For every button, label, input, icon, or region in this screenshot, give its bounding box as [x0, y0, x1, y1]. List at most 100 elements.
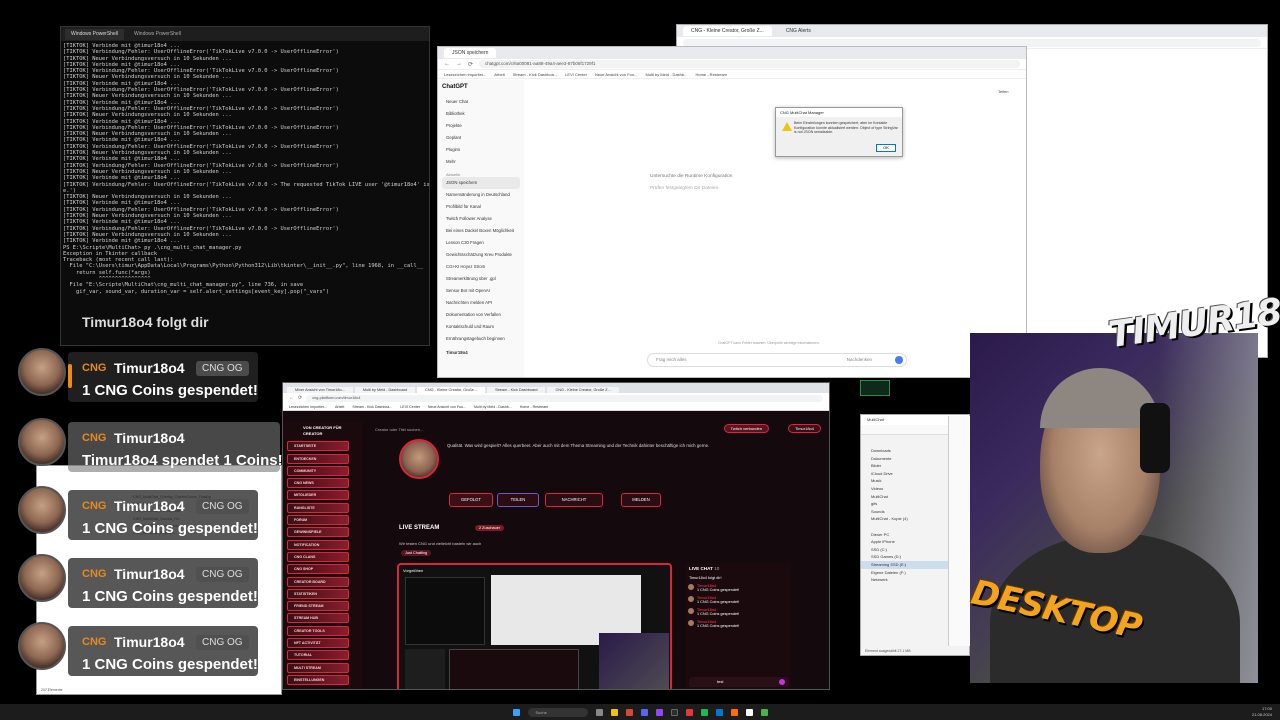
- chatgpt-logo[interactable]: ChatGPT: [442, 84, 520, 90]
- share-button[interactable]: Teilen: [998, 89, 1008, 94]
- chatgpt-user[interactable]: Timur18o4: [442, 347, 520, 359]
- rb-tab-2[interactable]: CNG Alerts: [778, 26, 819, 36]
- dash-nav-item[interactable]: MITGLIEDER: [287, 490, 349, 501]
- report-button[interactable]: MELDEN: [621, 493, 661, 507]
- dash-nav-item[interactable]: ENTDECKEN: [287, 453, 349, 464]
- chat-history-item[interactable]: Profilbild für Kanal: [442, 201, 520, 213]
- dash-nav-item[interactable]: FORUM: [287, 515, 349, 526]
- chatgpt-address-bar[interactable]: chatgpt.com/c/6a00081-aa88-49a4-aee3-87b…: [479, 60, 1020, 68]
- twitch-badge[interactable]: Twitch verbunden: [723, 424, 769, 433]
- chat-history-item[interactable]: Sensor Bot mit OpenAI: [442, 285, 520, 297]
- dialog-ok-button[interactable]: OK: [876, 144, 896, 152]
- chat-send-button[interactable]: [779, 679, 785, 685]
- app-icon[interactable]: [730, 708, 738, 716]
- dash-nav-item[interactable]: GEWINNSPIELE: [287, 527, 349, 538]
- chat-history-item[interactable]: Ernährungstagebuch beginnen: [442, 333, 520, 345]
- sidebar-nav-item[interactable]: Geplant: [442, 132, 520, 144]
- sidebar-nav-item[interactable]: Plugins: [442, 144, 520, 156]
- chat-history-item[interactable]: Gewichtsschätzung Kreu Produkte: [442, 249, 520, 261]
- dash-reload-icon[interactable]: ⟳: [298, 395, 302, 401]
- explorer-icon[interactable]: [610, 708, 618, 716]
- chat-history-item[interactable]: JSON speichern: [442, 177, 520, 189]
- dash-search-input[interactable]: Creator oder Titel suchen...: [371, 425, 471, 434]
- obs-icon[interactable]: [685, 708, 693, 716]
- bookmark-item[interactable]: LEVI Center: [565, 72, 587, 77]
- taskbar-search[interactable]: Suche: [527, 707, 588, 717]
- dash-tab[interactable]: CNG - Kleine Creator, Große Z...: [547, 387, 619, 393]
- bookmark-item[interactable]: Home - Restream: [695, 72, 727, 77]
- chat-history-item[interactable]: Namensänderung in Deutschland: [442, 189, 520, 201]
- chat-history-item[interactable]: Streamerklärung über .gpl: [442, 273, 520, 285]
- dash-nav-item[interactable]: CNG NEWS: [287, 478, 349, 489]
- chat-history-item[interactable]: Dokumentation von Verfallen: [442, 309, 520, 321]
- chatgpt-tab[interactable]: JSON speichern: [444, 48, 497, 58]
- dash-nav-item[interactable]: FRIEND STREAM: [287, 601, 349, 612]
- send-button[interactable]: [895, 356, 903, 364]
- chat-input[interactable]: test: [689, 677, 789, 687]
- sidebar-nav-item[interactable]: Mehr: [442, 156, 520, 168]
- terminal-tab-1[interactable]: Windows PowerShell: [65, 28, 124, 40]
- bookmark-item[interactable]: Home - Restream: [520, 405, 548, 409]
- dash-tab[interactable]: Stream - Kick Dashboard: [487, 387, 546, 393]
- dash-tab[interactable]: CNG - Kleine Creator, Große...: [417, 387, 486, 393]
- bookmark-item[interactable]: Stream - Kick Dashboa...: [352, 405, 392, 409]
- spotify-icon[interactable]: [700, 708, 708, 716]
- thinking-toggle[interactable]: Nachdenken: [847, 354, 872, 366]
- chrome-icon[interactable]: [625, 708, 633, 716]
- follow-button[interactable]: GEFOLGT: [449, 493, 493, 507]
- sidebar-nav-item[interactable]: Projekte: [442, 120, 520, 132]
- dash-nav-item[interactable]: STREAM HUB: [287, 613, 349, 624]
- reload-icon[interactable]: ⟳: [468, 61, 473, 68]
- back-icon[interactable]: ←: [444, 61, 450, 67]
- python-icon[interactable]: [760, 708, 768, 716]
- dash-nav-item[interactable]: COMMUNITY: [287, 465, 349, 476]
- chat-history-item[interactable]: Bei eines Dackel Boxen Möglichkeit: [442, 225, 520, 237]
- message-button[interactable]: NACHRICHT: [545, 493, 603, 507]
- dash-nav-item[interactable]: MULTI STREAM: [287, 662, 349, 673]
- dash-nav-item[interactable]: STARTSEITE: [287, 441, 349, 452]
- dash-nav-item[interactable]: NOTIFICATION: [287, 539, 349, 550]
- rb-tab-1[interactable]: CNG - Kleine Creator, Große Z...: [683, 26, 772, 36]
- bookmark-item[interactable]: LEVI Center: [400, 405, 420, 409]
- chat-history-item[interactable]: CGI-KI Hoyez Strom: [442, 261, 520, 273]
- dash-nav-item[interactable]: CNG SHOP: [287, 564, 349, 575]
- twitch-icon[interactable]: [655, 708, 663, 716]
- dash-tab[interactable]: Multi by Meld - Dashboard: [354, 387, 416, 393]
- dash-nav-item[interactable]: STATISTIKEN: [287, 588, 349, 599]
- bookmark-item[interactable]: Arbeit: [335, 405, 344, 409]
- task-view-icon[interactable]: [595, 708, 603, 716]
- chat-history-item[interactable]: Twitch Follower Analyse: [442, 213, 520, 225]
- dash-nav-item[interactable]: NFT ACTIVITÄT: [287, 638, 349, 649]
- bookmark-item[interactable]: Neue Ansicht von Foo...: [595, 72, 637, 77]
- terminal-tab-2[interactable]: Windows PowerShell: [128, 29, 187, 40]
- sidebar-nav-item[interactable]: Bibliothek: [442, 108, 520, 120]
- dash-nav-item[interactable]: EINSTELLUNGEN: [287, 674, 349, 685]
- bookmark-item[interactable]: Multi by Meld - Dashb...: [645, 72, 687, 77]
- chat-history-item[interactable]: Lesson C30 Fragen: [442, 237, 520, 249]
- share-profile-button[interactable]: TEILEN: [497, 493, 539, 507]
- bookmark-item[interactable]: Multi by Meld - Dashb...: [474, 405, 512, 409]
- chat-history-item[interactable]: Kontaktschuld und Raum: [442, 321, 520, 333]
- bookmark-item[interactable]: Lesezeichen importier...: [289, 405, 327, 409]
- bookmark-item[interactable]: Neue Ansicht von Foo...: [428, 405, 466, 409]
- bookmark-item[interactable]: Arbeit: [494, 72, 504, 77]
- terminal-icon[interactable]: [670, 708, 678, 716]
- forward-icon[interactable]: →: [456, 61, 462, 67]
- clock[interactable]: 17:00 21.08.2024: [1252, 706, 1272, 717]
- dash-nav-item[interactable]: CREATOR BOARD: [287, 576, 349, 587]
- chatgpt-prompt-input[interactable]: Frag mich alles Nachdenken: [647, 353, 907, 367]
- start-icon[interactable]: [512, 708, 520, 716]
- dash-nav-item[interactable]: CNG CLANS: [287, 551, 349, 562]
- user-menu[interactable]: Timur18o4: [788, 424, 821, 433]
- edge-icon[interactable]: [715, 708, 723, 716]
- dash-brand[interactable]: VON CREATOR FÜR CREATOR: [287, 425, 359, 439]
- dash-nav-item[interactable]: TUTORIAL: [287, 650, 349, 661]
- dash-nav-item[interactable]: CREATOR TOOLS: [287, 625, 349, 636]
- bookmark-item[interactable]: Stream - Kick Dashboa...: [513, 72, 557, 77]
- bookmark-item[interactable]: Lesezeichen importier...: [444, 72, 486, 77]
- chat-history-item[interactable]: Nachrichten melden API: [442, 297, 520, 309]
- sidebar-nav-item[interactable]: Neuer Chat: [442, 96, 520, 108]
- dash-address-bar[interactable]: cng-plattform.com/timur18o4: [306, 394, 823, 402]
- notepad-icon[interactable]: [745, 708, 753, 716]
- discord-icon[interactable]: [640, 708, 648, 716]
